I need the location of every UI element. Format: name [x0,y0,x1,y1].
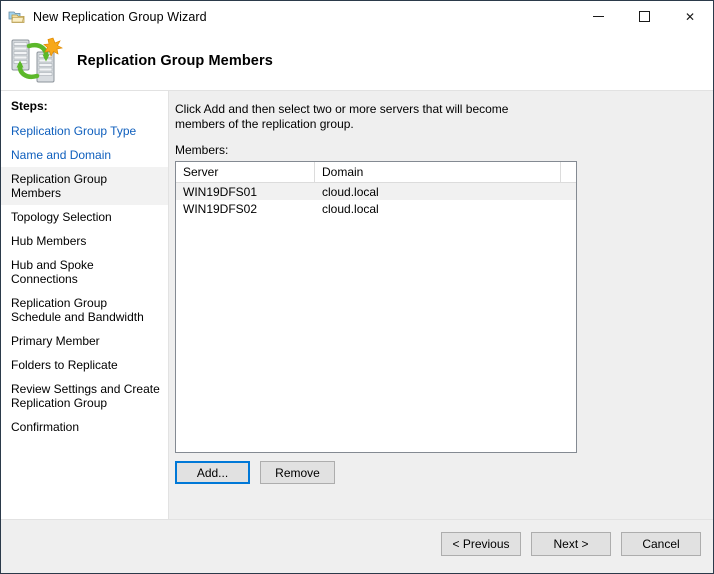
caption-button-group: ✕ [575,1,713,32]
table-row[interactable]: WIN19DFS01 cloud.local [176,183,576,200]
steps-heading: Steps: [11,99,48,113]
cancel-button[interactable]: Cancel [621,532,701,556]
replication-servers-icon [9,36,64,86]
close-button[interactable]: ✕ [667,1,713,32]
sidebar-item-confirmation[interactable]: Confirmation [1,415,168,439]
cell-server: WIN19DFS02 [183,201,258,216]
column-header-domain[interactable]: Domain [315,162,561,182]
remove-button[interactable]: Remove [260,461,335,484]
instruction-text: Click Add and then select two or more se… [175,102,509,131]
title-bar: New Replication Group Wizard ✕ [1,1,713,32]
members-label: Members: [175,143,229,157]
close-icon: ✕ [684,9,696,24]
sidebar-item-replication-group-schedule-and-bandwidth[interactable]: Replication Group Schedule and Bandwidth [1,291,168,329]
list-action-buttons: Add... Remove [175,461,335,484]
cell-server: WIN19DFS01 [183,184,258,199]
sidebar-item-name-and-domain[interactable]: Name and Domain [1,143,168,167]
sidebar-item-replication-group-type[interactable]: Replication Group Type [1,119,168,143]
replication-folders-icon [8,8,26,26]
sidebar-item-topology-selection[interactable]: Topology Selection [1,205,168,229]
table-row[interactable]: WIN19DFS02 cloud.local [176,200,576,217]
add-button[interactable]: Add... [175,461,250,484]
page-title: Replication Group Members [77,53,273,69]
sidebar-item-hub-members[interactable]: Hub Members [1,229,168,253]
column-header-server[interactable]: Server [176,162,315,182]
wizard-window: New Replication Group Wizard ✕ Replicati… [0,0,714,574]
cell-domain: cloud.local [322,201,379,216]
content-panel: Click Add and then select two or more se… [169,91,713,519]
sidebar-item-review-settings-and-create-replication-group[interactable]: Review Settings and Create Replication G… [1,377,168,415]
members-list[interactable]: Server Domain WIN19DFS01 cloud.local WIN… [175,161,577,453]
wizard-banner: Replication Group Members [1,32,713,90]
minimize-icon [592,16,604,17]
steps-sidebar: Steps: Replication Group Type Name and D… [1,91,168,519]
window-title: New Replication Group Wizard [33,9,207,24]
footer-bar: < Previous Next > Cancel [1,520,713,573]
previous-button[interactable]: < Previous [441,532,521,556]
table-header-row: Server Domain [176,162,576,183]
next-button[interactable]: Next > [531,532,611,556]
sidebar-item-folders-to-replicate[interactable]: Folders to Replicate [1,353,168,377]
maximize-button[interactable] [621,1,667,32]
sidebar-item-hub-and-spoke-connections[interactable]: Hub and Spoke Connections [1,253,168,291]
cell-domain: cloud.local [322,184,379,199]
maximize-icon [638,11,650,22]
sidebar-item-replication-group-members[interactable]: Replication Group Members [1,167,168,205]
navigation-buttons: < Previous Next > Cancel [441,532,701,556]
sidebar-item-primary-member[interactable]: Primary Member [1,329,168,353]
minimize-button[interactable] [575,1,621,32]
